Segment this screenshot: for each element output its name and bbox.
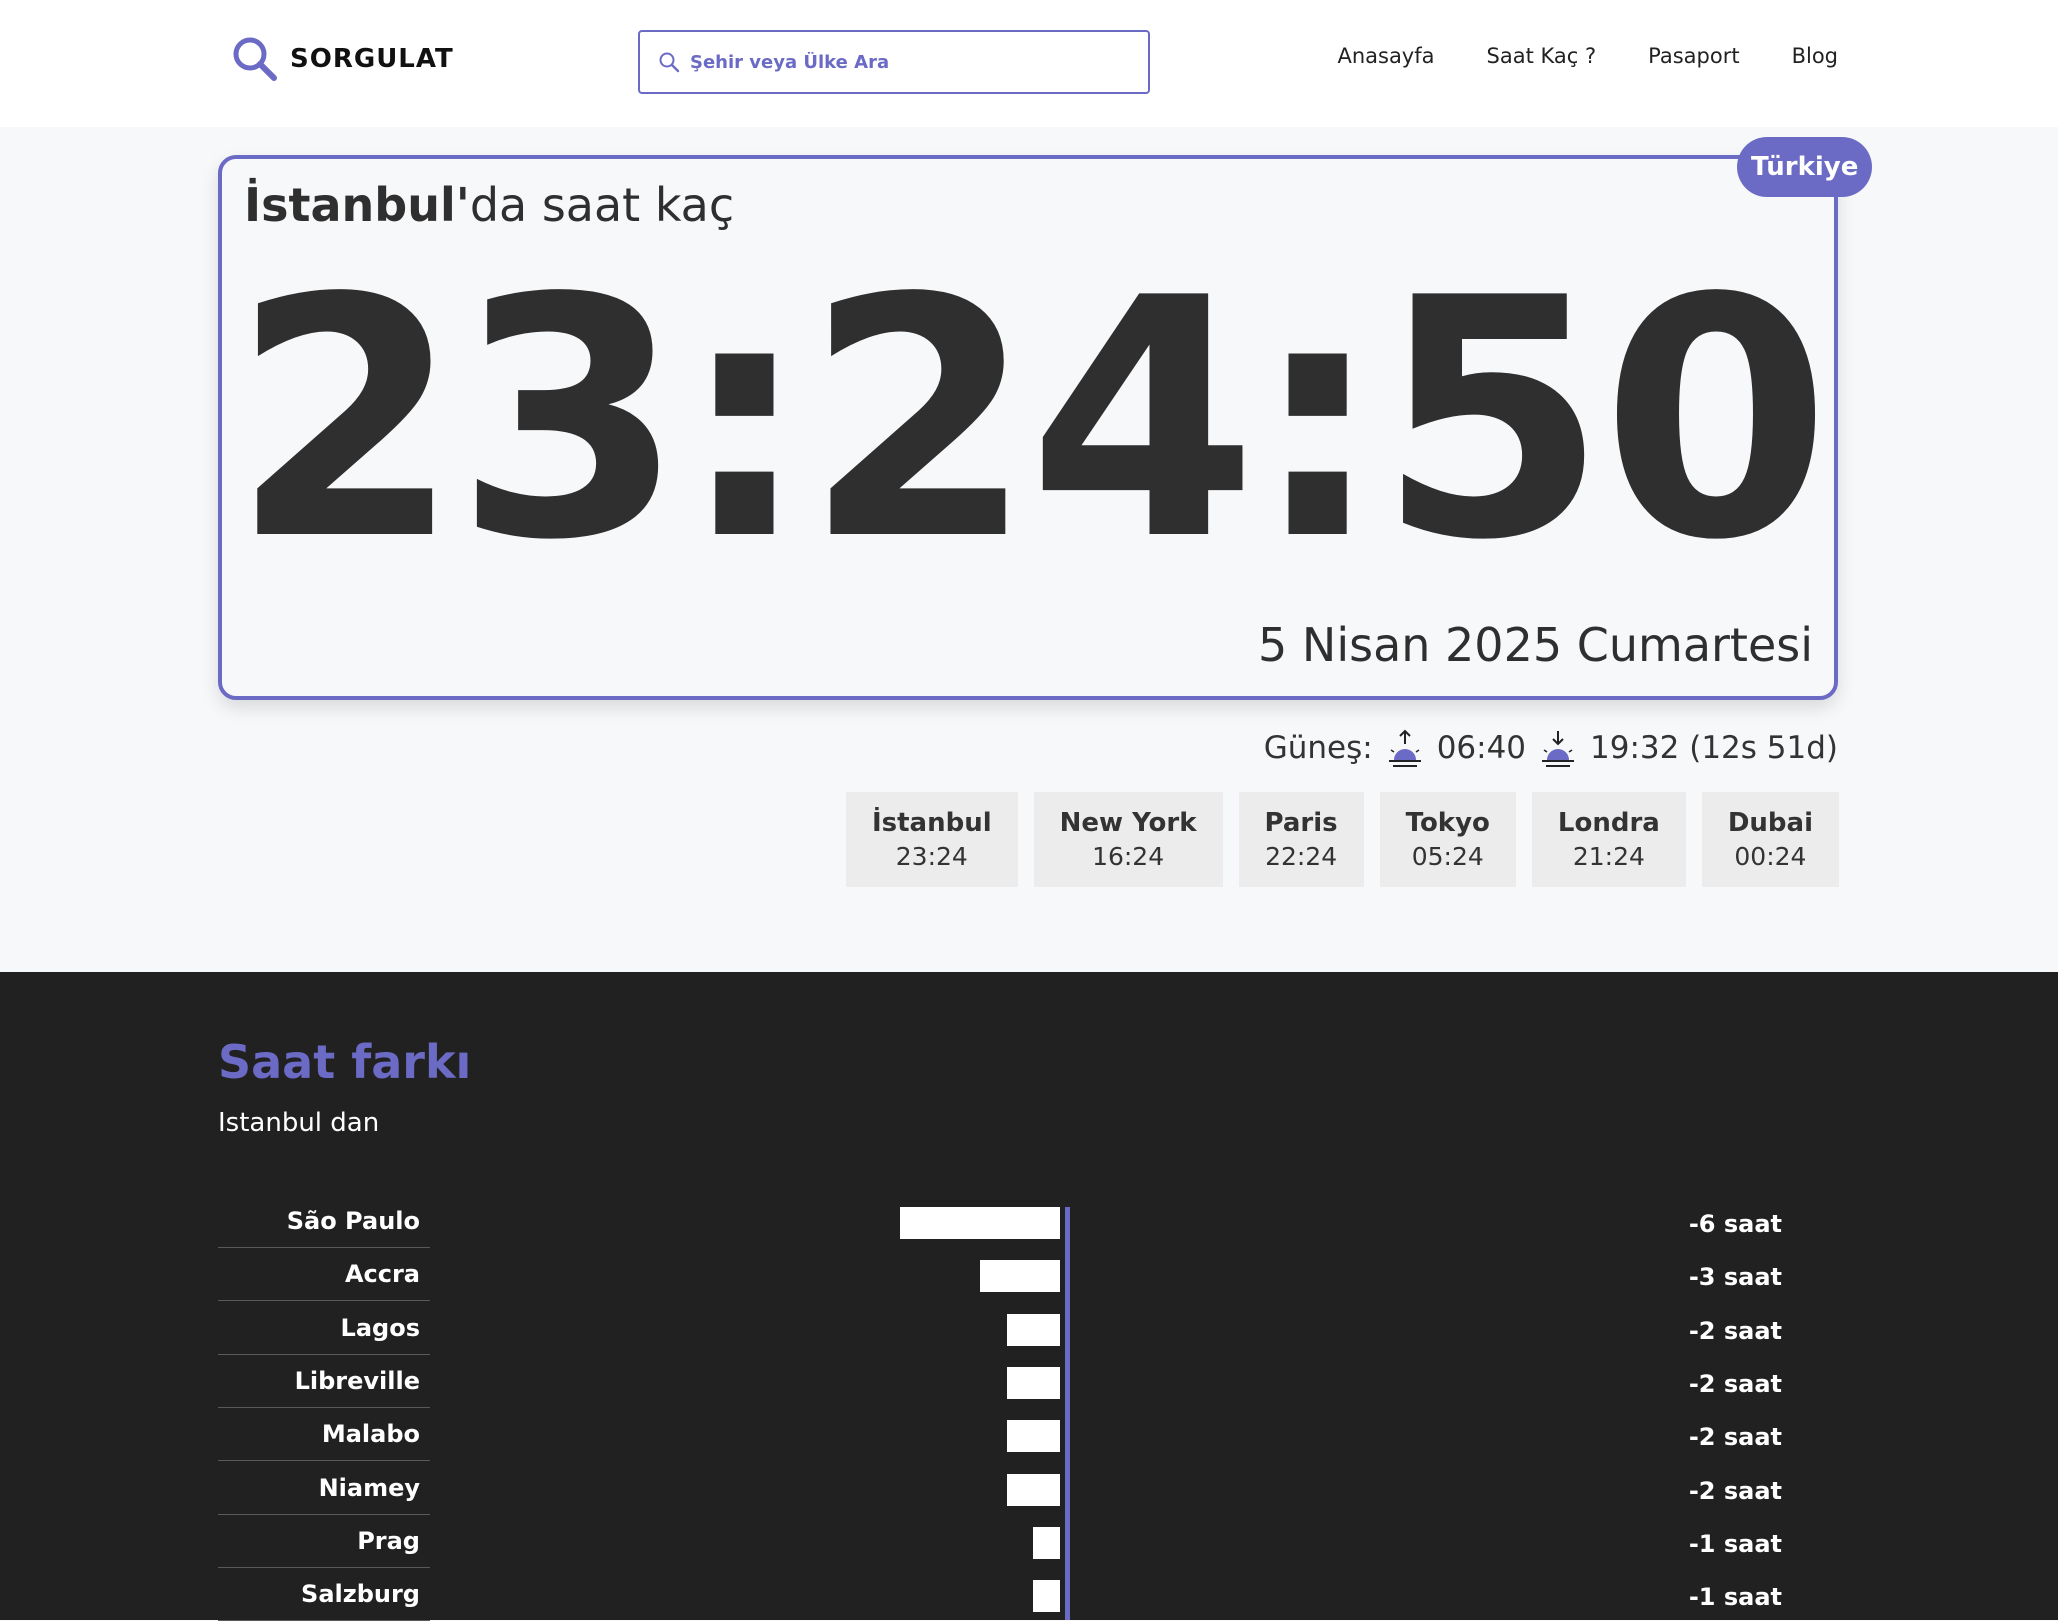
search-logo-icon — [233, 37, 277, 81]
chart-bar — [1033, 1526, 1060, 1559]
chart-bar — [1006, 1420, 1060, 1453]
time-difference-title: Saat farkı — [218, 1035, 472, 1089]
chart-value-label: -6 saat — [1688, 1210, 1782, 1238]
sun-times: Güneş: 06:40 19:32 (12s 51d) — [1264, 725, 1838, 771]
city-name: İstanbul' — [244, 178, 470, 232]
chart-row: Accra -3 saat — [0, 1248, 2058, 1302]
chart-value-label: -3 saat — [1688, 1263, 1782, 1292]
world-clock-londra[interactable]: Londra 21:24 — [1531, 792, 1686, 887]
country-badge[interactable]: Türkiye — [1737, 137, 1873, 197]
chart-value-label: -1 saat — [1688, 1583, 1782, 1612]
chart-bar — [1006, 1313, 1060, 1346]
sunrise-icon — [1388, 729, 1421, 767]
time-difference-chart: São Paulo -6 saat Accra -3 saat Lagos -2 saat… — [0, 1195, 2058, 1621]
chart-bar — [1006, 1473, 1060, 1506]
world-clock-city: Londra — [1557, 808, 1660, 838]
chart-bar — [980, 1260, 1060, 1293]
world-clock-time: 16:24 — [1092, 842, 1165, 871]
current-time: 23:24:50 — [231, 228, 1831, 612]
world-clocks: İstanbul 23:24 New York 16:24 Paris 22:2… — [845, 792, 1839, 887]
chart-value-label: -2 saat — [1688, 1476, 1782, 1505]
world-clock-time: 05:24 — [1411, 842, 1484, 871]
world-clock-tokyo[interactable]: Tokyo 05:24 — [1379, 792, 1516, 887]
main-nav: Anasayfa Saat Kaç ? Pasaport Blog — [1337, 44, 1838, 68]
chart-row: Salzburg -1 saat — [0, 1568, 2058, 1621]
world-clock-istanbul[interactable]: İstanbul 23:24 — [845, 792, 1018, 887]
world-clock-time: 23:24 — [895, 842, 968, 871]
zero-axis-line — [1065, 1207, 1070, 1620]
chart-city-label: Accra — [218, 1248, 430, 1302]
world-clock-city: Paris — [1264, 808, 1338, 838]
chart-bar — [1033, 1580, 1060, 1613]
chart-city-label: Lagos — [218, 1302, 430, 1355]
chart-bar — [900, 1207, 1060, 1239]
chart-row: Prag -1 saat — [0, 1515, 2058, 1568]
chart-bar — [1006, 1366, 1060, 1399]
sunset-icon — [1542, 731, 1575, 767]
nav-blog[interactable]: Blog — [1792, 44, 1838, 68]
nav-pasaport[interactable]: Pasaport — [1648, 44, 1739, 68]
world-clock-paris[interactable]: Paris 22:24 — [1238, 792, 1364, 887]
chart-value-label: -2 saat — [1688, 1423, 1782, 1452]
sunrise-time: 06:40 — [1436, 730, 1527, 766]
site-logo[interactable]: SORGULAT — [230, 34, 454, 84]
heading-suffix: da saat kaç — [469, 178, 735, 232]
chart-value-label: -2 saat — [1688, 1369, 1782, 1398]
nav-anasayfa[interactable]: Anasayfa — [1337, 44, 1434, 68]
logo-text: SORGULAT — [290, 44, 454, 74]
world-clock-dubai[interactable]: Dubai 00:24 — [1701, 792, 1839, 887]
chart-row: Libreville -2 saat — [0, 1355, 2058, 1408]
page-title: İstanbul'da saat kaç — [244, 178, 734, 232]
chart-city-label: Prag — [218, 1515, 430, 1568]
chart-row: São Paulo -6 saat — [0, 1195, 2058, 1248]
search-input[interactable] — [690, 42, 1148, 82]
sunset-time: 19:32 (12s 51d) — [1590, 730, 1838, 766]
chart-city-label: Salzburg — [218, 1568, 430, 1621]
chart-city-label: Malabo — [218, 1408, 430, 1462]
search-box[interactable] — [638, 30, 1150, 94]
chart-city-label: Niamey — [218, 1462, 430, 1515]
world-clock-city: Dubai — [1727, 808, 1813, 838]
chart-row: Lagos -2 saat — [0, 1302, 2058, 1355]
search-icon — [659, 52, 680, 73]
chart-value-label: -2 saat — [1688, 1316, 1782, 1345]
chart-city-label: Libreville — [218, 1355, 430, 1408]
chart-city-label: São Paulo — [218, 1195, 430, 1248]
world-clock-time: 21:24 — [1572, 842, 1645, 871]
world-clock-city: New York — [1059, 808, 1197, 838]
world-clock-time: 22:24 — [1265, 842, 1338, 871]
nav-saat-kac[interactable]: Saat Kaç ? — [1487, 44, 1597, 68]
world-clock-time: 00:24 — [1734, 842, 1807, 871]
chart-value-label: -1 saat — [1688, 1529, 1782, 1558]
sun-label: Güneş: — [1263, 730, 1373, 766]
chart-row: Malabo -2 saat — [0, 1408, 2058, 1462]
chart-row: Niamey -2 saat — [0, 1462, 2058, 1515]
world-clock-new-york[interactable]: New York 16:24 — [1033, 792, 1223, 887]
top-header: SORGULAT Anasayfa Saat Kaç ? Pasaport Bl… — [0, 0, 2058, 127]
time-difference-subtitle: Istanbul dan — [218, 1108, 380, 1138]
world-clock-city: İstanbul — [871, 808, 992, 838]
current-date: 5 Nisan 2025 Cumartesi — [1258, 618, 1813, 672]
world-clock-city: Tokyo — [1405, 808, 1490, 838]
